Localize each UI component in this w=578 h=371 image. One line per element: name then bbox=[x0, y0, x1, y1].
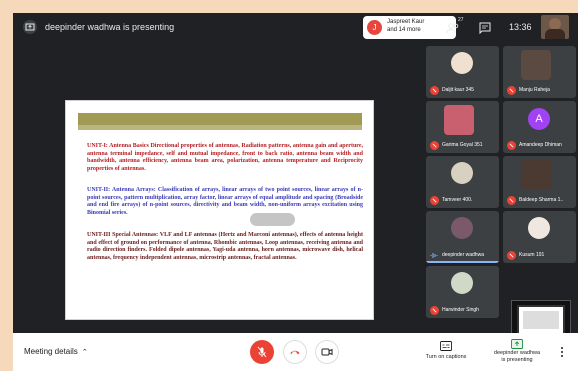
participant-name: Baldeep Sharma 1.. bbox=[519, 197, 564, 203]
speaking-indicator bbox=[426, 261, 499, 263]
audio-wave-icon bbox=[430, 253, 438, 258]
mic-off-icon bbox=[507, 196, 516, 205]
presenting-label-2: is presenting bbox=[501, 357, 533, 363]
participant-tile[interactable]: Harwinder Singh bbox=[426, 266, 499, 318]
mic-off-icon bbox=[430, 196, 439, 205]
top-bar: deepinder wadhwa is presenting J Jaspree… bbox=[13, 13, 578, 43]
mic-off-icon bbox=[430, 86, 439, 95]
notification-more: and 14 more bbox=[387, 27, 421, 33]
present-screen-icon bbox=[511, 339, 523, 349]
participant-tile[interactable]: A Amandeep Dhiman bbox=[503, 101, 576, 153]
participant-avatar bbox=[451, 272, 473, 294]
participant-tile[interactable]: Garima Goyal 351 bbox=[426, 101, 499, 153]
preview-slide bbox=[517, 305, 565, 335]
participant-name: Manju Raheja bbox=[519, 87, 550, 93]
pointer-highlight bbox=[250, 213, 295, 226]
mic-toggle-button[interactable] bbox=[250, 340, 274, 364]
participant-name: Amandeep Dhiman bbox=[519, 142, 562, 148]
participant-grid: Daljit kaur 345 Manju Raheja Garima Goya… bbox=[423, 43, 578, 333]
participant-letter-avatar: A bbox=[528, 108, 550, 130]
mic-off-icon bbox=[430, 141, 439, 150]
participant-video bbox=[521, 160, 551, 190]
participant-avatar bbox=[528, 217, 550, 239]
chat-icon bbox=[479, 22, 491, 35]
participant-tile[interactable]: Tamveer 400. bbox=[426, 156, 499, 208]
meeting-details-label: Meeting details bbox=[24, 347, 78, 356]
participant-tile[interactable]: Kusum 191 bbox=[503, 211, 576, 263]
join-notification[interactable]: J Jaspreet Kaur and 14 more bbox=[363, 16, 456, 39]
meeting-details-button[interactable]: Meeting details ⌃ bbox=[24, 347, 88, 356]
participant-avatar bbox=[451, 162, 473, 184]
presenting-banner: deepinder wadhwa is presenting bbox=[45, 22, 175, 32]
mic-off-icon bbox=[430, 306, 439, 315]
notification-name: Jaspreet Kaur bbox=[387, 19, 425, 25]
captions-button[interactable]: Turn on captions bbox=[418, 341, 474, 360]
self-view-thumbnail[interactable] bbox=[541, 15, 569, 39]
mic-off-icon bbox=[257, 346, 267, 358]
hang-up-icon bbox=[290, 350, 300, 355]
participant-video bbox=[521, 50, 551, 80]
presentation-stage: UNIT-I: Antenna Basics Directional prope… bbox=[13, 43, 423, 330]
slide-unit-3: UNIT-III Special Antennas: VLF and LF an… bbox=[87, 232, 363, 262]
participant-name: Harwinder Singh bbox=[442, 307, 479, 313]
participant-tile[interactable]: Manju Raheja bbox=[503, 46, 576, 98]
camera-toggle-button[interactable] bbox=[315, 340, 339, 364]
captions-label: Turn on captions bbox=[425, 354, 467, 360]
camera-icon bbox=[321, 348, 333, 356]
meet-window: deepinder wadhwa is presenting J Jaspree… bbox=[13, 13, 578, 371]
participant-video bbox=[444, 105, 474, 135]
presenting-label-1: deepinder wadhwa bbox=[493, 350, 541, 356]
participant-tile[interactable]: Baldeep Sharma 1.. bbox=[503, 156, 576, 208]
participant-name: Garima Goyal 351 bbox=[442, 142, 483, 148]
participant-tile-speaking[interactable]: deepinder wadhwa bbox=[426, 211, 499, 263]
slide-header-bar bbox=[78, 113, 362, 125]
bottom-bar: Meeting details ⌃ Turn on captions deepin… bbox=[13, 333, 578, 371]
chat-button[interactable] bbox=[479, 21, 491, 39]
presentation-icon bbox=[23, 20, 37, 34]
participant-name: deepinder wadhwa bbox=[442, 252, 484, 258]
people-count: 27 bbox=[458, 17, 464, 23]
participant-name: Daljit kaur 345 bbox=[442, 87, 474, 93]
preview-content bbox=[523, 311, 559, 329]
captions-icon bbox=[440, 341, 452, 351]
mic-off-icon bbox=[507, 141, 516, 150]
clock: 13:36 bbox=[509, 22, 532, 32]
shared-slide: UNIT-I: Antenna Basics Directional prope… bbox=[65, 100, 374, 320]
people-icon bbox=[446, 23, 459, 34]
participant-tile[interactable]: Daljit kaur 345 bbox=[426, 46, 499, 98]
participant-name: Kusum 191 bbox=[519, 252, 545, 258]
slide-unit-2: UNIT-II: Antenna Arrays: Classification … bbox=[87, 187, 363, 217]
participant-avatar bbox=[451, 217, 473, 239]
slide-header-bar-lower bbox=[78, 125, 362, 130]
mic-off-icon bbox=[507, 86, 516, 95]
participant-avatar bbox=[451, 52, 473, 74]
mic-off-icon bbox=[507, 251, 516, 260]
notification-avatar: J bbox=[367, 20, 382, 35]
participant-name: Tamveer 400. bbox=[442, 197, 473, 203]
chevron-up-icon: ⌃ bbox=[81, 349, 88, 356]
end-call-button[interactable] bbox=[283, 340, 307, 364]
self-body bbox=[545, 29, 565, 39]
presenting-button[interactable]: deepinder wadhwa is presenting bbox=[487, 339, 547, 364]
more-options-icon[interactable] bbox=[559, 346, 565, 358]
people-button[interactable]: 27 bbox=[446, 17, 464, 39]
slide-unit-1: UNIT-I: Antenna Basics Directional prope… bbox=[87, 143, 363, 173]
